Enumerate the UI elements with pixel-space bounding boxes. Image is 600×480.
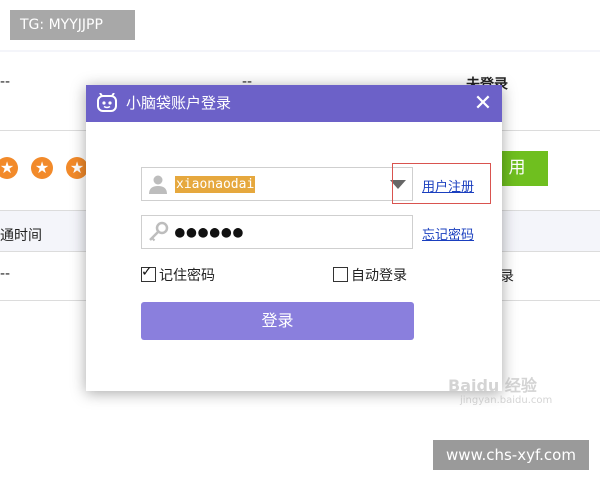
login-button[interactable]: 登录 bbox=[141, 302, 414, 340]
baidu-watermark-url: jingyan.baidu.com bbox=[460, 395, 553, 406]
auto-login-checkbox[interactable]: 自动登录 bbox=[333, 265, 407, 284]
close-icon[interactable]: ✕ bbox=[470, 91, 496, 117]
dialog-header: 小脑袋账户登录 ✕ bbox=[86, 85, 502, 122]
password-value: ●●●●●● bbox=[175, 222, 245, 241]
register-link[interactable]: 用户注册 bbox=[422, 176, 474, 195]
password-field[interactable]: ●●●●●● bbox=[141, 215, 413, 249]
username-field[interactable]: xiaonaodai bbox=[141, 167, 413, 201]
remember-password-checkbox[interactable]: ✓ 记住密码 bbox=[141, 264, 215, 284]
baidu-watermark: Baidu 经验 bbox=[448, 376, 537, 395]
column-header-time: 通时间 bbox=[0, 228, 42, 244]
username-value: xiaonaodai bbox=[175, 176, 256, 193]
forgot-password-link[interactable]: 忘记密码 bbox=[422, 224, 474, 243]
site-watermark-badge: www.chs-xyf.com bbox=[433, 440, 589, 470]
dialog-title: 小脑袋账户登录 bbox=[126, 94, 232, 112]
key-icon bbox=[149, 221, 169, 242]
user-icon bbox=[149, 175, 167, 194]
login-dialog: 小脑袋账户登录 ✕ xiaonaodai 用户注册 ●●●●●● 忘记密码 ✓ 记… bbox=[86, 85, 502, 391]
rating-star-icon: ★ bbox=[0, 157, 18, 179]
row2-col1: -- bbox=[0, 266, 11, 282]
app-logo-icon bbox=[97, 93, 117, 112]
row2-col3: 录 bbox=[500, 269, 514, 285]
checkbox[interactable] bbox=[333, 267, 348, 282]
row1-col1: -- bbox=[0, 74, 11, 90]
checkmark-icon: ✓ bbox=[141, 264, 153, 280]
top-divider bbox=[0, 50, 600, 52]
checkbox[interactable]: ✓ bbox=[141, 264, 156, 282]
auto-login-label: 自动登录 bbox=[351, 268, 407, 284]
remember-label: 记住密码 bbox=[159, 268, 215, 284]
rating-star-icon: ★ bbox=[66, 157, 88, 179]
rating-star-icon: ★ bbox=[31, 157, 53, 179]
tg-watermark-badge: TG: MYYJJPP bbox=[10, 10, 135, 40]
